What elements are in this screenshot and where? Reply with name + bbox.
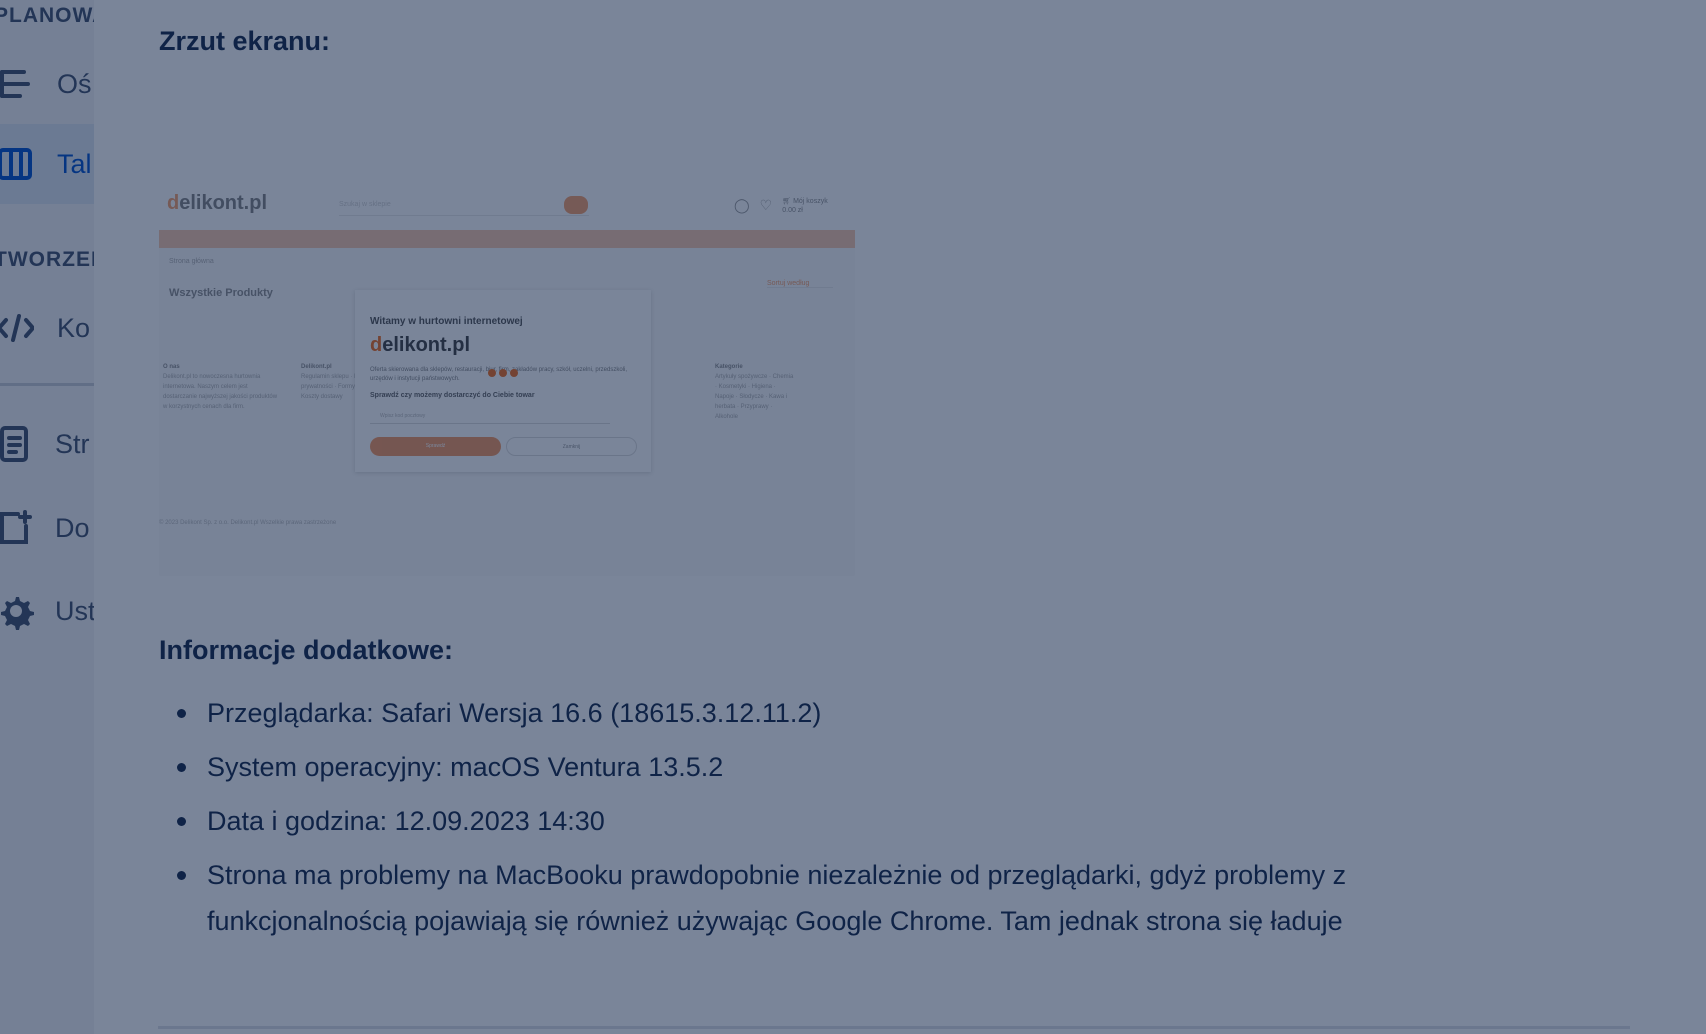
shot-modal-question: Sprawdź czy możemy dostarczyć do Ciebie …: [370, 392, 535, 399]
attached-screenshot[interactable]: delikont.pl Szukaj w sklepie ◯ ♡ 🛒︎ Mój k…: [159, 182, 855, 576]
sidebar-item-label: Oś: [57, 68, 92, 99]
shot-modal-title: Witamy w hurtowni internetowej: [370, 316, 523, 327]
info-list: Przeglądarka: Safari Wersja 16.6 (18615.…: [159, 690, 1459, 952]
info-heading: Informacje dodatkowe:: [159, 635, 454, 665]
sidebar-item-add-shortcut[interactable]: Do: [0, 488, 94, 568]
shot-modal-logo: delikont.pl: [370, 334, 471, 356]
list-item: Strona ma problemy na MacBooku prawdopob…: [159, 852, 1459, 944]
sidebar: PLANOWA Oś Tal TWORZEN Ko Str Do: [0, 0, 94, 1034]
screenshot-heading: Zrzut ekranu:: [159, 26, 331, 56]
sidebar-item-label: Str: [55, 428, 90, 459]
sidebar-item-label: Tal: [57, 148, 92, 179]
list-item: Data i godzina: 12.09.2023 14:30: [159, 798, 1459, 844]
list-item: Przeglądarka: Safari Wersja 16.6 (18615.…: [159, 690, 1459, 736]
board-icon: [0, 144, 36, 184]
shot-welcome-modal: Witamy w hurtowni internetowej delikont.…: [355, 290, 651, 472]
add-shortcut-icon: [0, 508, 36, 548]
section-divider: [158, 1026, 1630, 1029]
sidebar-item-label: Ko: [57, 312, 91, 343]
loading-dots-icon: [488, 369, 518, 377]
list-item: System operacyjny: macOS Ventura 13.5.2: [159, 744, 1459, 790]
sidebar-item-pages[interactable]: Str: [0, 404, 94, 484]
timeline-icon: [0, 64, 36, 104]
code-icon: [0, 308, 36, 348]
sidebar-item-board[interactable]: Tal: [0, 124, 94, 204]
page-icon: [0, 424, 36, 464]
gear-icon: [0, 591, 36, 631]
shot-modal-skip-button: Zamknij: [506, 437, 637, 456]
shot-modal-input: Wpisz kod pocztowy: [370, 410, 610, 424]
description-panel: Zrzut ekranu: delikont.pl Szukaj w sklep…: [142, 0, 1614, 955]
sidebar-item-label: Do: [55, 512, 90, 543]
sidebar-item-label: Ust: [55, 595, 94, 626]
sidebar-section-creation: TWORZEN: [0, 248, 94, 271]
sidebar-item-settings[interactable]: Ust: [0, 571, 94, 651]
sidebar-section-planning: PLANOWA: [0, 4, 94, 27]
issue-view: Zrzut ekranu: delikont.pl Szukaj w sklep…: [94, 0, 1706, 1034]
sidebar-divider: [0, 383, 94, 386]
sidebar-item-code[interactable]: Ko: [0, 288, 94, 368]
shot-modal-check-button: Sprawdź: [370, 437, 501, 456]
sidebar-item-timeline[interactable]: Oś: [0, 44, 94, 124]
